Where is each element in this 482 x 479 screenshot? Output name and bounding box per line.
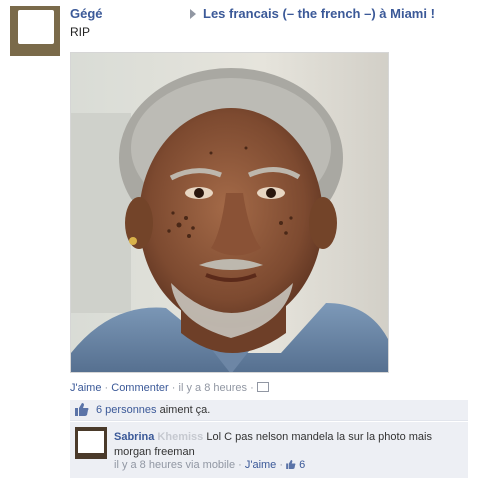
post-author-link[interactable]: Gégé — [70, 6, 103, 21]
separator: · — [238, 459, 242, 471]
post-photo[interactable] — [70, 52, 389, 373]
likes-suffix: aiment ça. — [159, 404, 211, 416]
avatar-redaction — [18, 10, 54, 44]
commenter-surname-redacted[interactable]: Khemiss — [157, 431, 203, 443]
comment-like-count[interactable]: 6 — [299, 459, 305, 471]
photo-icon — [256, 382, 269, 392]
commenter-avatar[interactable] — [75, 427, 107, 459]
post-timestamp[interactable]: il y a 8 heures — [179, 382, 247, 394]
post-actions: J'aime · Commenter · il y a 8 heures · — [70, 382, 269, 394]
group-link[interactable]: Les francais (– the french –) à Miami ! — [203, 6, 435, 21]
separator: · — [279, 459, 284, 471]
separator: · — [250, 382, 254, 394]
likes-summary: 6 personnes aiment ça. — [70, 400, 468, 421]
separator: · — [104, 382, 109, 394]
comment-timestamp[interactable]: il y a 8 heures via mobile — [114, 459, 235, 471]
poster-avatar[interactable] — [10, 6, 60, 56]
commenter-name-link[interactable]: Sabrina — [114, 431, 154, 443]
like-link[interactable]: J'aime — [70, 382, 101, 394]
comment-link[interactable]: Commenter — [111, 382, 168, 394]
portrait-image — [71, 53, 388, 372]
arrow-right-icon — [190, 9, 196, 19]
thumbs-up-icon — [75, 403, 89, 416]
avatar-redaction — [78, 431, 104, 453]
separator: · — [171, 382, 176, 394]
comment-body: Sabrina Khemiss Lol C pas nelson mandela… — [114, 430, 464, 460]
likers-link[interactable]: 6 personnes — [96, 404, 157, 416]
post-text: RIP — [70, 25, 91, 39]
comment-meta: il y a 8 heures via mobile · J'aime · 6 — [114, 459, 305, 471]
comment: Sabrina Khemiss Lol C pas nelson mandela… — [70, 422, 468, 478]
comment-like-link[interactable]: J'aime — [245, 459, 276, 471]
thumbs-up-icon — [286, 460, 296, 469]
